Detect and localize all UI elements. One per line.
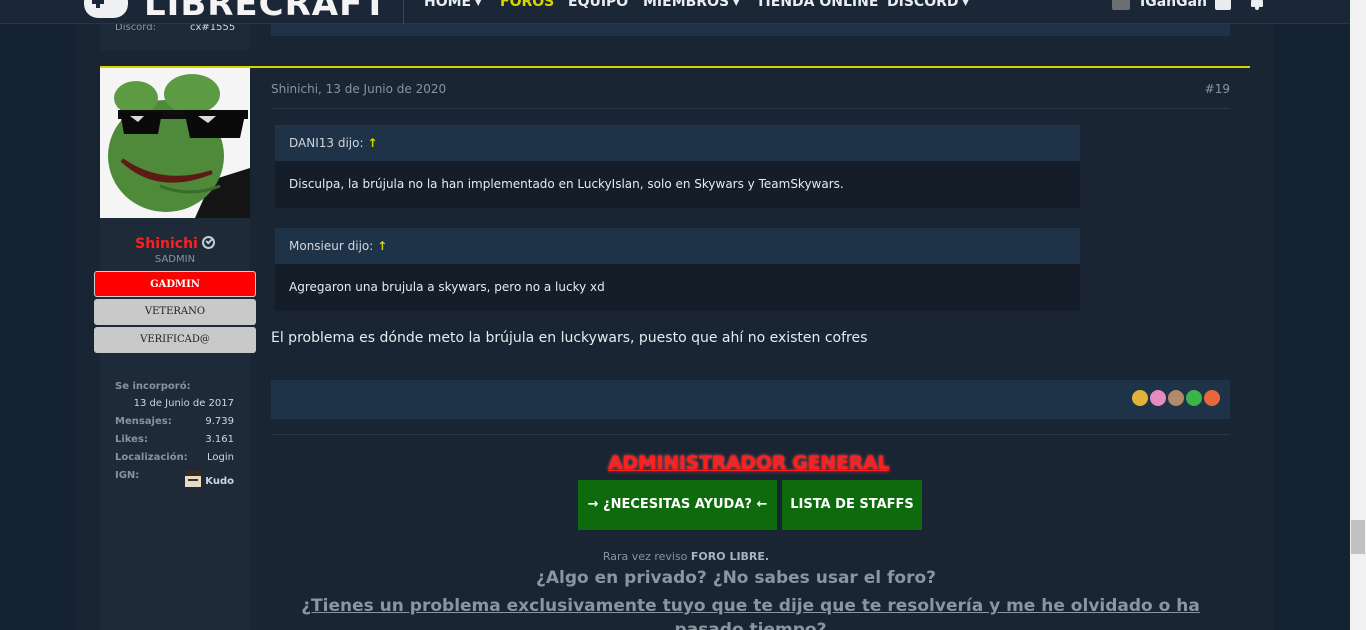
info-label-joined: Se incorporó: (115, 381, 191, 392)
author-avatar[interactable] (100, 68, 250, 218)
info-label-location: Localización: (115, 452, 188, 463)
info-label-messages: Mensajes: (115, 416, 172, 427)
info-value-joined: 13 de Junio de 2017 (133, 398, 234, 409)
arrow-up-icon[interactable]: ↑ (377, 239, 387, 253)
info-label-likes: Likes: (115, 434, 148, 445)
site-logo[interactable]: LIBRECRAFT (144, 0, 388, 24)
reaction-check-icon[interactable] (1186, 390, 1202, 406)
nav-divider (403, 0, 404, 24)
nav-item-foros[interactable]: FOROS (500, 0, 554, 10)
info-value-messages[interactable]: 9.739 (205, 416, 234, 427)
info-value-likes: 3.161 (205, 434, 234, 445)
bell-icon[interactable] (1249, 0, 1265, 10)
quote-body: Disculpa, la brújula no la han implement… (289, 177, 844, 191)
chevron-down-icon: ▼ (733, 0, 740, 7)
minecraft-head-icon (185, 471, 202, 487)
quote-header: DANI13 dijo: ↑ (275, 125, 1080, 161)
nav-item-equipo[interactable]: EQUIPO (568, 0, 628, 10)
signature-title: ADMINISTRADOR GENERAL (608, 452, 890, 474)
post-actions-bar (271, 380, 1230, 419)
meta-divider (271, 108, 1230, 109)
post-date[interactable]: Shinichi, 13 de Junio de 2020 (271, 82, 446, 96)
staff-list-button[interactable]: LISTA DE STAFFS (782, 480, 922, 530)
banner-verificado: VERIFICAD@ (94, 327, 256, 353)
scrollbar-thumb[interactable] (1351, 520, 1365, 554)
banner-veterano: VETERANO (94, 299, 256, 325)
reaction-heart-icon[interactable] (1150, 390, 1166, 406)
help-button[interactable]: → ¿NECESITAS AYUDA? ← (578, 480, 777, 530)
chevron-down-icon: ▼ (475, 0, 482, 7)
reactions-summary[interactable] (1132, 390, 1220, 406)
info-value-ign: Kudo (185, 471, 234, 487)
nav-item-tienda[interactable]: TIENDA ONLINE (756, 0, 878, 10)
author-username[interactable]: Shinichi (100, 236, 250, 252)
arrow-up-icon[interactable]: ↑ (368, 136, 378, 150)
post-number[interactable]: #19 (1130, 82, 1230, 96)
post-body-text: El problema es dónde meto la brújula en … (271, 330, 868, 346)
quote-header: Monsieur dijo: ↑ (275, 228, 1080, 264)
quote-block: Monsieur dijo: ↑ Agregaron una brujula a … (275, 228, 1080, 311)
quote-block: DANI13 dijo: ↑ Disculpa, la brújula no la… (275, 125, 1080, 208)
author-title: SADMIN (154, 254, 196, 265)
quote-body: Agregaron una brujula a skywars, pero no… (289, 280, 605, 294)
nav-item-discord[interactable]: DISCORD ▼ (887, 0, 969, 10)
user-avatar[interactable] (1112, 0, 1130, 10)
signature-link[interactable]: ¿Tienes un problema exclusivamente tuyo … (271, 594, 1230, 630)
post-highlight-border (100, 66, 1250, 68)
reaction-funny-icon[interactable] (1132, 390, 1148, 406)
info-value-location[interactable]: Login (207, 452, 234, 463)
gamepad-logo-icon[interactable] (84, 0, 128, 18)
signature-divider (271, 434, 1230, 435)
reaction-thumbs-up-icon[interactable] (1168, 390, 1184, 406)
info-label-ign: IGN: (115, 470, 140, 481)
banner-gadmin: GADMIN (94, 271, 256, 297)
nav-item-miembros[interactable]: MIEMBROS ▼ (643, 0, 739, 10)
signature-note: Rara vez reviso FORO LIBRE. (602, 550, 770, 563)
inbox-icon[interactable] (1215, 0, 1231, 10)
top-navigation: LIBRECRAFT HOME ▼ FOROS EQUIPO MIEMBROS ▼ … (0, 0, 1350, 24)
nav-item-home[interactable]: HOME ▼ (424, 0, 481, 10)
chevron-down-icon: ▼ (962, 0, 969, 7)
nav-username[interactable]: IGanGan (1140, 0, 1207, 10)
verified-check-icon (201, 236, 215, 249)
reaction-rainbow-icon[interactable] (1204, 390, 1220, 406)
signature-question: ¿Algo en privado? ¿No sabes usar el foro… (535, 568, 936, 588)
